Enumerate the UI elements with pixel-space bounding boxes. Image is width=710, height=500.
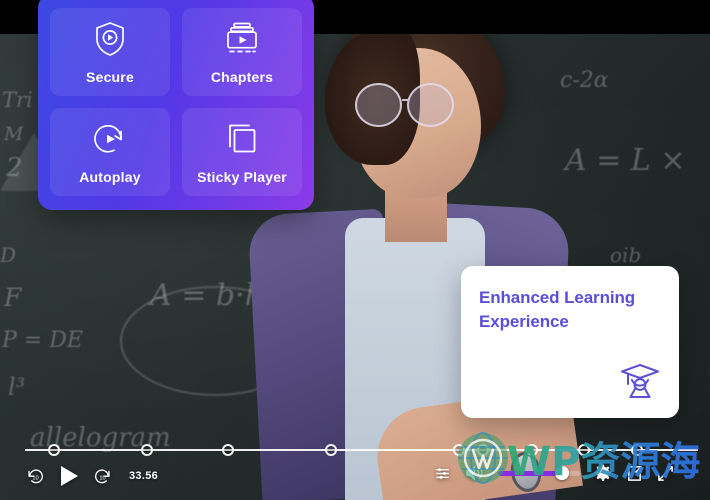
chalk-text: M [4, 123, 24, 145]
feature-card-sticky-player[interactable]: Sticky Player [182, 108, 302, 196]
quality-levels-icon[interactable] [434, 465, 451, 482]
player-controls: 10 10 33.56 [0, 432, 710, 500]
current-time-label: 33.56 [129, 470, 159, 482]
controls-right-group [434, 464, 674, 482]
chapter-marker[interactable] [578, 444, 591, 456]
chalk-text: F [4, 283, 22, 312]
feature-label: Secure [86, 69, 134, 85]
chapter-marker[interactable] [222, 444, 235, 456]
chalk-text: P = DE [2, 328, 83, 353]
chapter-marker[interactable] [325, 444, 338, 456]
volume-on-icon[interactable] [465, 464, 484, 482]
chalk-text: l³ [8, 373, 26, 401]
feature-label: Autoplay [79, 169, 141, 185]
chalk-text: c-2α [560, 68, 609, 93]
feature-card-secure[interactable]: Secure [50, 8, 170, 96]
progress-track[interactable] [25, 449, 698, 451]
svg-text:10: 10 [99, 475, 105, 481]
controls-left-group: 10 10 33.56 [26, 464, 158, 488]
chapter-marker[interactable] [47, 444, 60, 456]
video-player: Tri M 2 D F P = DE l³ allelogram c-2α A … [0, 0, 710, 500]
info-card-title: Enhanced Learning Experience [479, 288, 636, 332]
forward-10-icon[interactable]: 10 [93, 467, 112, 486]
chapter-marker[interactable] [631, 444, 644, 456]
rewind-10-icon[interactable]: 10 [26, 467, 45, 486]
feature-label: Chapters [210, 69, 274, 85]
eyeglasses-right [407, 83, 454, 127]
chalk-text: 2 [6, 153, 26, 183]
shield-play-icon [90, 19, 130, 59]
info-card: Enhanced Learning Experience [461, 266, 679, 418]
svg-text:10: 10 [32, 475, 38, 481]
autoplay-loop-icon [90, 119, 130, 159]
chapter-marker[interactable] [476, 444, 489, 456]
feature-card-chapters[interactable]: Chapters [182, 8, 302, 96]
feature-panel: Secure Chapters Autoplay Sticky Player [38, 0, 314, 210]
chalk-text: Tri [2, 88, 33, 112]
picture-in-picture-icon[interactable] [626, 465, 643, 482]
volume-slider[interactable] [498, 466, 580, 480]
volume-fill [498, 471, 559, 476]
fullscreen-icon[interactable] [657, 465, 674, 482]
volume-knob[interactable] [555, 466, 570, 480]
progress-bar[interactable] [25, 442, 698, 458]
gear-icon[interactable] [594, 464, 612, 482]
sticky-player-icon [222, 119, 262, 159]
chapter-marker[interactable] [453, 444, 466, 456]
chapters-icon [222, 19, 262, 59]
chalk-text: oib [610, 243, 642, 267]
chapter-marker[interactable] [525, 444, 538, 456]
graduation-cap-icon [617, 358, 663, 404]
play-button[interactable] [58, 464, 80, 488]
chalk-text: D [0, 243, 17, 267]
feature-card-autoplay[interactable]: Autoplay [50, 108, 170, 196]
feature-label: Sticky Player [197, 169, 287, 185]
chapter-marker[interactable] [141, 444, 154, 456]
chalk-text: A = L × [565, 143, 686, 178]
eyeglasses-left [355, 83, 402, 127]
